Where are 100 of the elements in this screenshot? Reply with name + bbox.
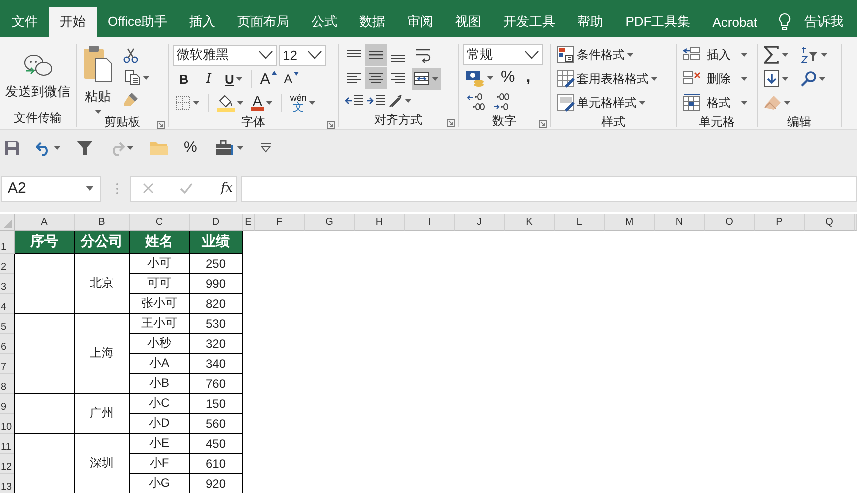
table-cell: 150 <box>190 394 243 414</box>
ribbon-tab[interactable]: 视图 <box>444 7 493 37</box>
column-header[interactable]: H <box>355 214 405 231</box>
column-header[interactable]: J <box>455 214 505 231</box>
insert-button[interactable]: 插入 <box>681 46 750 64</box>
find-select-button[interactable] <box>799 71 828 87</box>
accounting-format-button[interactable] <box>463 69 496 87</box>
column-header[interactable]: M <box>605 214 655 231</box>
chevron-down-icon <box>259 51 273 59</box>
column-header[interactable]: F <box>255 214 305 231</box>
autosum-button[interactable] <box>762 46 791 64</box>
column-header[interactable]: K <box>505 214 555 231</box>
percent-style-button[interactable]: % <box>499 69 518 87</box>
fill-color-button[interactable] <box>215 94 246 112</box>
column-header[interactable]: L <box>555 214 605 231</box>
middle-align-icon[interactable] <box>365 44 387 66</box>
row-header[interactable]: 4 <box>0 294 15 314</box>
conditional-formatting-button[interactable]: 条件格式 <box>555 46 636 64</box>
ribbon-tab[interactable]: 数据 <box>348 7 397 37</box>
ribbon-tab[interactable]: Acrobat <box>702 7 769 37</box>
format-button[interactable]: 格式 <box>681 94 750 112</box>
font-size-dropdown[interactable]: 12 <box>279 44 326 66</box>
ribbon-tab[interactable]: 文件 <box>1 7 49 37</box>
lightbulb-icon[interactable] <box>778 13 791 31</box>
row-header[interactable]: 3 <box>0 274 15 294</box>
save-icon[interactable] <box>4 140 20 156</box>
table-cell: 小B <box>130 374 190 394</box>
row-header[interactable]: 5 <box>0 314 15 334</box>
dialog-launcher-icon[interactable] <box>327 121 335 129</box>
increase-decimal-icon[interactable] <box>467 93 485 111</box>
column-header[interactable]: A <box>15 214 75 231</box>
format-as-table-button[interactable]: 套用表格格式 <box>555 70 660 88</box>
underline-button[interactable]: U <box>223 72 246 86</box>
chat-bubbles-icon <box>23 53 53 79</box>
copy-button[interactable] <box>123 70 152 86</box>
row-header[interactable]: 8 <box>0 374 15 394</box>
bold-button[interactable]: B <box>173 72 195 86</box>
font-color-button[interactable]: A <box>249 95 276 111</box>
row-header[interactable]: 6 <box>0 334 15 354</box>
percent-button[interactable]: % <box>182 139 200 156</box>
row-header[interactable]: 2 <box>0 254 15 274</box>
caret-icon <box>819 77 826 81</box>
scissors-icon[interactable] <box>123 48 139 64</box>
checkmark-icon[interactable] <box>180 183 193 194</box>
column-header[interactable]: G <box>305 214 355 231</box>
ribbon-tab[interactable]: 公式 <box>300 7 349 37</box>
column-header[interactable]: C <box>130 214 190 231</box>
paste-button[interactable]: 粘贴 <box>81 44 115 114</box>
customize-icon[interactable] <box>260 142 272 152</box>
phonetic-guide-button[interactable]: wén 文 <box>288 93 318 113</box>
ribbon-tab[interactable]: 开始 <box>49 7 97 37</box>
ribbon-tab[interactable]: PDF工具集 <box>614 7 702 37</box>
column-header[interactable]: P <box>755 214 805 231</box>
font-name-dropdown[interactable]: 微软雅黑 <box>173 44 277 66</box>
column-header[interactable]: Q <box>805 214 855 231</box>
column-header[interactable]: O <box>705 214 755 231</box>
italic-button[interactable]: I <box>198 72 220 86</box>
delete-button[interactable]: 删除 <box>681 70 750 88</box>
ribbon-tab[interactable]: 开发工具 <box>492 7 567 37</box>
dialog-launcher-icon[interactable] <box>157 121 165 129</box>
search-icon <box>801 71 817 87</box>
column-header[interactable]: E <box>243 214 255 231</box>
sort-filter-button[interactable] <box>799 46 830 64</box>
column-header[interactable]: N <box>655 214 705 231</box>
tell-me-search[interactable]: 告诉我 <box>802 13 846 31</box>
dialog-launcher-icon[interactable] <box>539 120 547 128</box>
decrease-decimal-icon[interactable] <box>493 93 511 111</box>
ribbon-tab[interactable]: 审阅 <box>396 7 445 37</box>
row-header[interactable]: 9 <box>0 394 15 414</box>
row-header[interactable]: 1 <box>0 231 15 254</box>
row-header[interactable]: 11 <box>0 434 15 454</box>
ribbon-tab[interactable]: 帮助 <box>566 7 615 37</box>
cell-styles-button[interactable]: 单元格样式 <box>555 94 648 112</box>
row-header[interactable]: 10 <box>0 414 15 434</box>
center-icon[interactable] <box>365 67 387 89</box>
toolbox-button[interactable] <box>213 140 246 156</box>
column-header[interactable]: I <box>405 214 455 231</box>
decrease-font-size-button[interactable]: A <box>282 72 302 86</box>
merge-center-button[interactable] <box>412 68 441 90</box>
insert-function-button[interactable]: fx <box>219 181 236 196</box>
ribbon-tab[interactable]: 页面布局 <box>226 7 301 37</box>
column-header[interactable]: D <box>190 214 243 231</box>
paintbrush-icon[interactable] <box>123 92 139 108</box>
undo-button[interactable] <box>34 140 63 156</box>
ribbon-tab[interactable]: 插入 <box>178 7 227 37</box>
comma-style-button[interactable]: , <box>520 69 537 87</box>
column-header[interactable]: B <box>75 214 130 231</box>
ribbon-tab[interactable]: Office助手 <box>97 7 179 37</box>
filter-icon[interactable] <box>77 140 93 156</box>
send-to-wechat-button[interactable]: 发送到微信 <box>4 44 72 110</box>
dialog-launcher-icon[interactable] <box>447 119 455 127</box>
clear-button[interactable] <box>762 95 793 111</box>
number-format-dropdown[interactable]: 常规 <box>463 44 543 65</box>
row-header[interactable]: 12 <box>0 454 15 474</box>
increase-font-size-button[interactable]: A <box>258 70 280 88</box>
name-box[interactable]: A2 <box>1 176 101 202</box>
row-header[interactable]: 7 <box>0 354 15 374</box>
fill-button[interactable] <box>762 70 791 88</box>
row-header[interactable]: 13 <box>0 474 15 493</box>
borders-button[interactable] <box>173 95 202 111</box>
